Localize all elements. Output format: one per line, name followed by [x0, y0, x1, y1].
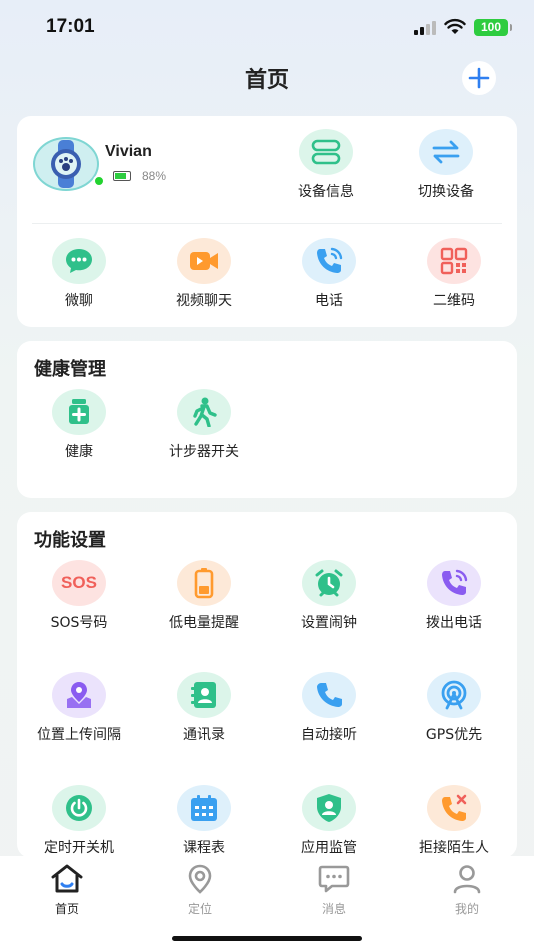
qr-code-icon [427, 238, 481, 284]
switch-arrows-icon [419, 129, 473, 175]
phone-button[interactable]: 电话 [267, 238, 391, 310]
device-card: Vivian 88% 设备信息 切换设备 微聊 视频聊天 电话 二维码 [17, 116, 517, 327]
low-battery-alert-label: 低电量提醒 [169, 615, 239, 631]
power-timer-icon [52, 785, 106, 831]
app-supervision-button[interactable]: 应用监管 [267, 785, 391, 857]
device-battery-text: 88% [142, 169, 167, 183]
scheduled-power-button[interactable]: 定时开关机 [17, 785, 141, 857]
outgoing-call-button[interactable]: 拨出电话 [392, 560, 516, 632]
class-schedule-button[interactable]: 课程表 [142, 785, 266, 857]
health-label: 健康 [65, 444, 93, 460]
outgoing-call-label: 拨出电话 [426, 615, 482, 631]
tab-profile[interactable]: 我的 [427, 864, 507, 917]
app-supervision-label: 应用监管 [301, 840, 357, 856]
qr-code-label: 二维码 [433, 293, 475, 309]
gps-priority-button[interactable]: GPS优先 [392, 672, 516, 744]
switch-device-label: 切换设备 [418, 184, 474, 200]
cellular-signal-icon [414, 21, 436, 35]
sos-icon: SOS [52, 560, 106, 606]
alarm-clock-icon [302, 560, 356, 606]
location-interval-button[interactable]: 位置上传间隔 [17, 672, 141, 744]
status-time: 17:01 [46, 16, 95, 37]
status-bar: 17:01 100 [0, 0, 534, 54]
low-battery-alert-button[interactable]: 低电量提醒 [142, 560, 266, 632]
qr-code-button[interactable]: 二维码 [392, 238, 516, 310]
online-status-dot [93, 175, 105, 187]
sos-text: SOS [61, 573, 97, 592]
health-card: 健康管理 健康 计步器开关 [17, 341, 517, 498]
device-info-icon [299, 129, 353, 175]
contacts-icon [177, 672, 231, 718]
page-title: 首页 [244, 68, 289, 93]
gps-icon [427, 672, 481, 718]
tab-location-label: 定位 [187, 902, 212, 916]
phone-icon [302, 238, 356, 284]
reject-strangers-button[interactable]: 拒接陌生人 [392, 785, 516, 857]
tab-location[interactable]: 定位 [160, 864, 240, 917]
low-battery-icon [177, 560, 231, 606]
auto-answer-icon [302, 672, 356, 718]
walking-person-icon [177, 389, 231, 435]
pedometer-toggle-button[interactable]: 计步器开关 [142, 389, 266, 461]
functions-section-title: 功能设置 [34, 530, 106, 551]
battery-indicator: 100 [474, 19, 512, 36]
device-name: Vivian [105, 143, 152, 160]
set-alarm-label: 设置闹钟 [301, 615, 357, 631]
sos-number-button[interactable]: SOS SOS号码 [17, 560, 141, 632]
gps-priority-label: GPS优先 [425, 727, 483, 743]
chat-bubble-icon [52, 238, 106, 284]
device-info-button[interactable]: 设备信息 [264, 129, 388, 201]
tab-profile-label: 我的 [454, 902, 479, 916]
reject-strangers-label: 拒接陌生人 [419, 840, 489, 856]
calendar-icon [177, 785, 231, 831]
medical-kit-icon [52, 389, 106, 435]
shield-user-icon [302, 785, 356, 831]
message-icon [318, 865, 350, 893]
location-interval-label: 位置上传间隔 [37, 727, 121, 743]
divider [32, 223, 502, 224]
contacts-button[interactable]: 通讯录 [142, 672, 266, 744]
outgoing-call-icon [427, 560, 481, 606]
location-pin-icon [188, 864, 212, 894]
device-battery-icon [113, 171, 131, 181]
profile-icon [453, 865, 481, 894]
plus-icon [468, 67, 490, 89]
phone-label: 电话 [315, 293, 343, 309]
health-section-title: 健康管理 [34, 359, 106, 380]
device-avatar[interactable] [33, 137, 99, 191]
add-device-button[interactable] [462, 61, 496, 95]
location-upload-icon [52, 672, 106, 718]
video-chat-button[interactable]: 视频聊天 [142, 238, 266, 310]
watch-icon [51, 140, 81, 188]
home-indicator [172, 936, 362, 941]
video-camera-icon [177, 238, 231, 284]
home-icon [51, 864, 83, 893]
contacts-label: 通讯录 [183, 727, 225, 743]
video-chat-label: 视频聊天 [176, 293, 232, 309]
chat-label: 微聊 [65, 293, 93, 309]
tab-home-label: 首页 [54, 902, 79, 916]
auto-answer-label: 自动接听 [301, 727, 357, 743]
device-info-label: 设备信息 [298, 184, 354, 200]
reject-call-icon [427, 785, 481, 831]
switch-device-button[interactable]: 切换设备 [384, 129, 508, 201]
auto-answer-button[interactable]: 自动接听 [267, 672, 391, 744]
tab-home[interactable]: 首页 [27, 864, 107, 917]
tab-messages[interactable]: 消息 [294, 864, 374, 917]
class-schedule-label: 课程表 [183, 840, 225, 856]
set-alarm-button[interactable]: 设置闹钟 [267, 560, 391, 632]
functions-card: 功能设置 SOS SOS号码 低电量提醒 设置闹钟 拨出电话 位置上传间隔 通讯… [17, 512, 517, 858]
scheduled-power-label: 定时开关机 [44, 840, 114, 856]
health-button[interactable]: 健康 [17, 389, 141, 461]
chat-button[interactable]: 微聊 [17, 238, 141, 310]
sos-number-label: SOS号码 [50, 615, 108, 631]
wifi-icon [444, 18, 466, 34]
tab-messages-label: 消息 [321, 902, 346, 916]
pedometer-label: 计步器开关 [169, 444, 239, 460]
